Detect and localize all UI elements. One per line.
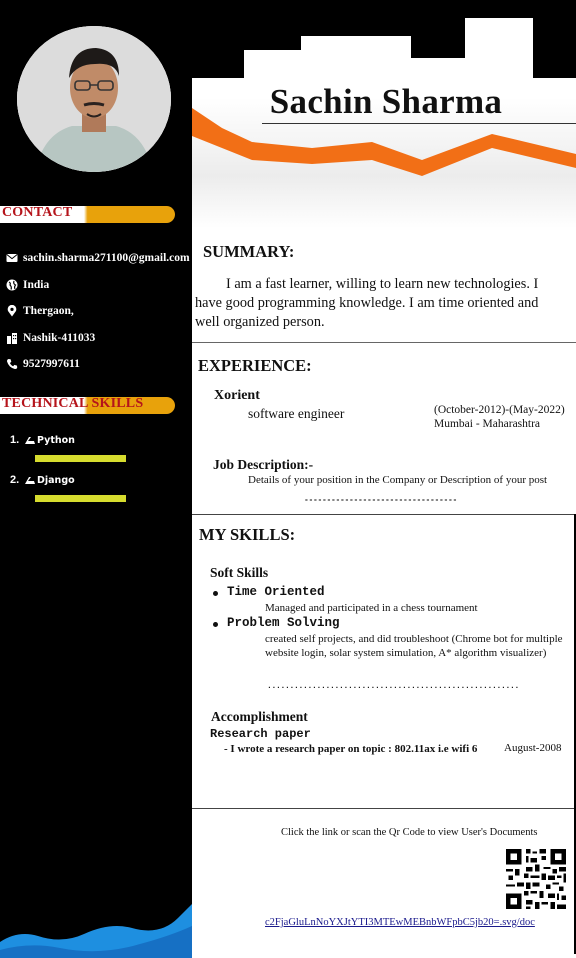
experience-heading: EXPERIENCE: — [198, 356, 312, 375]
contact-country: India — [5, 272, 190, 299]
skill-name-text: Python — [37, 435, 75, 446]
skill-logo-icon — [25, 437, 35, 444]
soft-skill-title: Problem Solving — [227, 616, 340, 630]
accomplishment-date: August-2008 — [504, 742, 562, 754]
contact-city: Nashik-411033 — [5, 325, 190, 352]
skills-heading: MY SKILLS: — [199, 525, 296, 544]
contact-email-text: sachin.sharma271100@gmail.com — [23, 252, 190, 265]
bullet-icon — [213, 622, 218, 627]
contact-heading-pill: CONTACT — [0, 205, 175, 223]
skill-name: Python — [24, 435, 75, 446]
contact-area: Thergaon, — [5, 298, 190, 325]
contact-city-text: Nashik-411033 — [23, 331, 96, 344]
location-pin-icon — [5, 305, 18, 318]
divider — [262, 123, 576, 124]
job-description-text: Details of your position in the Company … — [248, 474, 548, 486]
skill-number: 2. — [10, 474, 20, 486]
person-name: Sachin Sharma — [269, 82, 503, 121]
technical-skills-list: 1. Python 2. Django — [10, 434, 185, 514]
accomplishment-heading: Accomplishment — [211, 709, 308, 724]
separator-dots: ........................................… — [267, 682, 520, 691]
avatar — [17, 26, 171, 172]
contact-phone-text: 9527997611 — [23, 358, 80, 371]
skill-item-django: 2. Django — [10, 474, 185, 514]
sidebar: CONTACT sachin.sharma271100@gmail.com In… — [0, 0, 192, 958]
job-role: software engineer — [248, 406, 345, 421]
technical-skills-heading-pill: TECHNICAL SKILLS — [0, 396, 175, 414]
qr-code-icon[interactable] — [504, 847, 568, 911]
bullet-icon — [213, 591, 218, 596]
skill-level-fill — [35, 455, 126, 462]
contact-phone[interactable]: 9527997611 — [5, 351, 190, 378]
soft-skill-desc: created self projects, and did troublesh… — [265, 633, 563, 659]
technical-skills-heading: TECHNICAL SKILLS — [2, 396, 144, 411]
documents-link[interactable]: c2FjaGluLnNoYXJtYTI3MTEwMEBnbWFpbC5jb20=… — [265, 917, 535, 928]
qr-caption: Click the link or scan the Qr Code to vi… — [281, 827, 538, 838]
skill-level-bar — [35, 455, 126, 462]
company-name: Xorient — [214, 388, 260, 403]
skill-name: Django — [24, 475, 75, 486]
skill-number: 1. — [10, 434, 20, 446]
contact-email[interactable]: sachin.sharma271100@gmail.com — [5, 245, 190, 272]
skill-logo-icon — [25, 477, 35, 484]
separator-dashes: ---------------------------------- — [304, 496, 458, 505]
job-location: Mumbai - Maharashtra — [434, 418, 541, 430]
contact-list: sachin.sharma271100@gmail.com India Ther… — [5, 245, 190, 378]
skill-level-fill — [35, 495, 126, 502]
job-description-heading: Job Description:- — [213, 457, 314, 472]
summary-heading: SUMMARY: — [203, 242, 295, 261]
contact-heading: CONTACT — [2, 205, 73, 220]
divider — [192, 514, 576, 515]
globe-icon — [5, 278, 18, 291]
envelope-icon — [5, 252, 18, 265]
contact-country-text: India — [23, 278, 50, 291]
phone-icon — [5, 358, 18, 371]
divider — [192, 342, 576, 343]
skill-level-bar — [35, 495, 126, 502]
building-icon — [5, 331, 18, 344]
decorative-wave — [0, 904, 192, 958]
skill-name-text: Django — [37, 475, 75, 486]
soft-skill-title: Time Oriented — [227, 585, 325, 599]
contact-area-text: Thergaon, — [23, 305, 74, 318]
divider — [192, 808, 576, 809]
soft-skills-heading: Soft Skills — [210, 565, 269, 580]
accomplishment-subheading: Research paper — [210, 727, 311, 741]
decorative-skyline — [192, 18, 576, 90]
resume-main: Sachin Sharma SUMMARY: I am a fast learn… — [192, 78, 576, 958]
summary-text: I am a fast learner, willing to learn ne… — [195, 276, 539, 330]
soft-skill-desc: Managed and participated in a chess tour… — [265, 602, 478, 614]
skill-item-python: 1. Python — [10, 434, 185, 474]
job-dates-location: (October-2012)-(May-2022) Mumbai - Mahar… — [434, 403, 565, 431]
job-dates: (October-2012)-(May-2022) — [434, 404, 565, 416]
profile-photo-icon — [17, 26, 171, 172]
